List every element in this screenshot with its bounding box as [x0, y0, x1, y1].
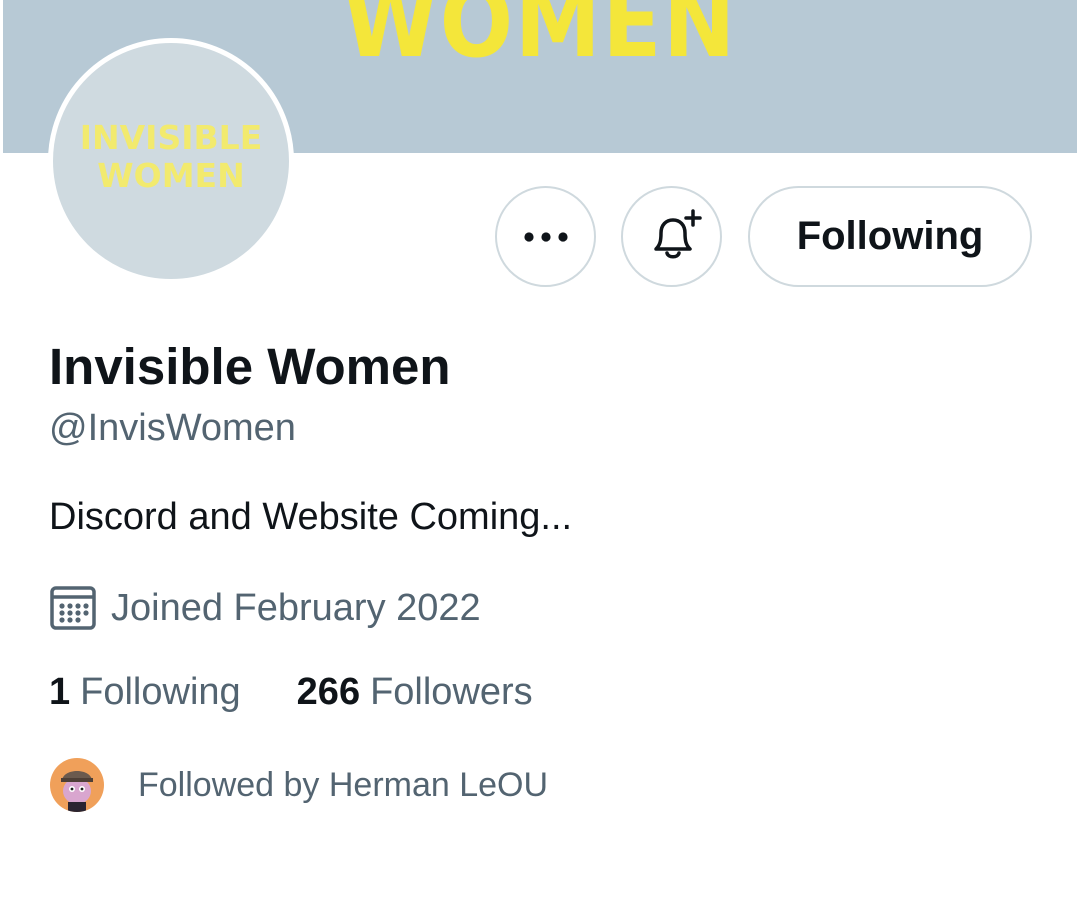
follow-stats: 1 Following 266 Followers	[49, 671, 533, 714]
following-label: Following	[80, 671, 241, 713]
calendar-icon	[50, 586, 96, 630]
profile-avatar[interactable]: INVISIBLE WOMEN	[48, 38, 294, 284]
follower-avatar	[50, 758, 104, 812]
following-count-link[interactable]: 1 Following	[49, 671, 241, 714]
followed-by-row[interactable]: Followed by Herman LeOU	[50, 758, 548, 812]
avatar-logo-line-1: INVISIBLE	[79, 118, 263, 158]
profile-bio: Discord and Website Coming...	[49, 496, 573, 538]
more-horizontal-icon	[523, 231, 568, 242]
followers-count-link[interactable]: 266 Followers	[297, 671, 533, 714]
notifications-button[interactable]	[621, 186, 722, 287]
joined-date: Joined February 2022	[111, 586, 481, 629]
followers-label: Followers	[370, 671, 533, 713]
display-name: Invisible Women	[49, 338, 451, 395]
followers-count: 266	[296, 671, 361, 713]
following-button[interactable]: Following	[748, 186, 1032, 287]
joined-date-row: Joined February 2022	[49, 585, 481, 631]
following-count: 1	[49, 671, 71, 713]
followed-by-text: Followed by Herman LeOU	[138, 765, 549, 804]
more-options-button[interactable]	[495, 186, 596, 287]
avatar-logo-line-2: WOMEN	[97, 156, 245, 195]
user-handle: @InvisWomen	[49, 407, 296, 449]
bell-plus-icon	[653, 208, 702, 258]
